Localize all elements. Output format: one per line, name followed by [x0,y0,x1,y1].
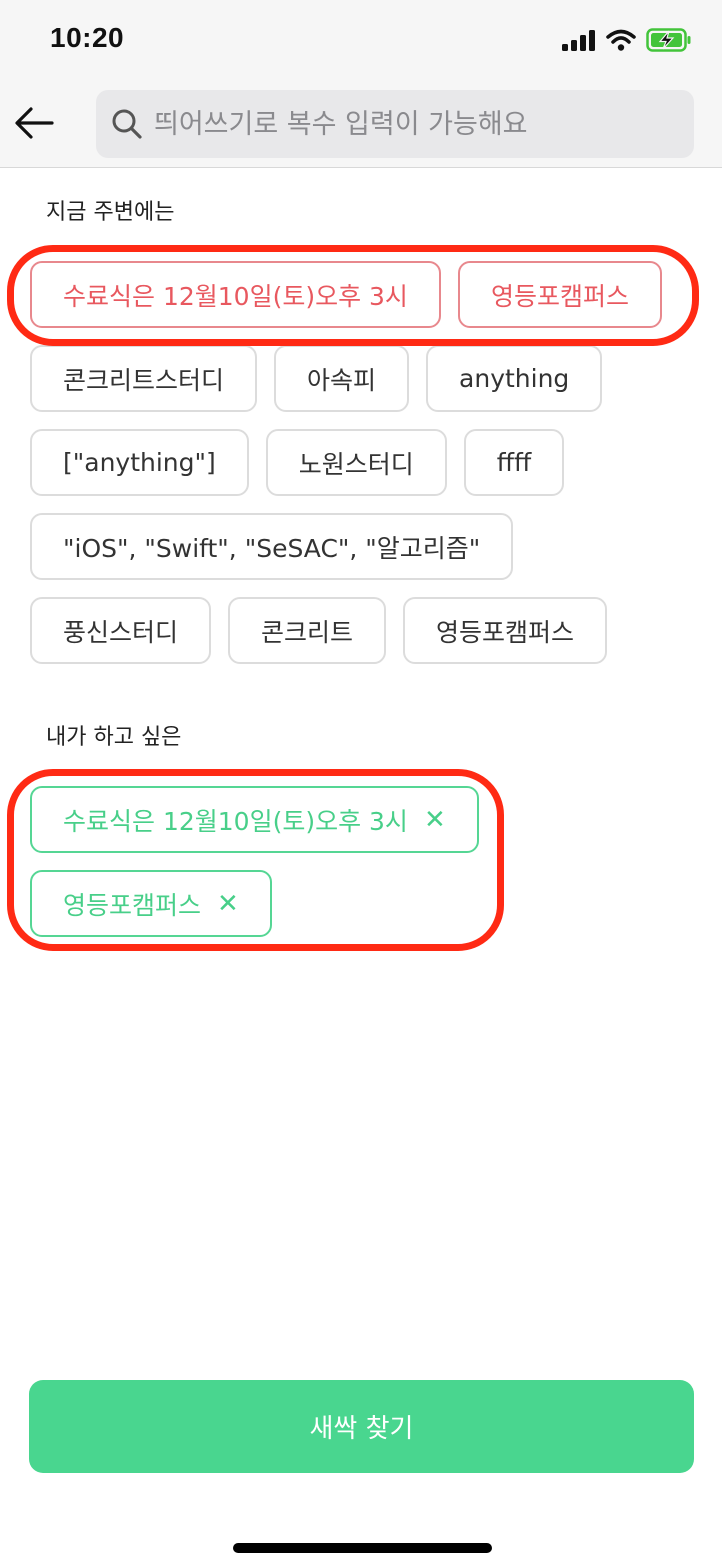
arrow-left-icon [14,106,56,144]
nearby-tag[interactable]: "iOS", "Swift", "SeSAC", "알고리즘" [30,513,514,580]
tag-row: "iOS", "Swift", "SeSAC", "알고리즘" [30,513,690,580]
close-icon[interactable]: ✕ [217,889,239,919]
tag-row: 수료식은 12월10일(토)오후 3시 ✕ [30,786,690,853]
search-icon [110,107,144,141]
tag-row: 풍신스터디 콘크리트 영등포캠퍼스 [30,597,690,664]
home-indicator[interactable] [233,1543,492,1553]
nearby-tag[interactable]: 노원스터디 [265,429,447,496]
nearby-tag[interactable]: 풍신스터디 [30,597,212,664]
nearby-section-title: 지금 주변에는 [46,200,175,225]
tag-row: 영등포캠퍼스 ✕ [30,870,690,937]
search-box[interactable] [96,90,694,158]
wifi-icon [606,29,636,55]
nearby-tag[interactable]: ffff [463,429,565,496]
nearby-tag[interactable]: ["anything"] [30,429,249,496]
battery-charging-icon [646,28,692,56]
nearby-tag[interactable]: 영등포캠퍼스 [403,597,608,664]
recommended-tag[interactable]: 영등포캠퍼스 [457,261,662,328]
signal-icon [562,29,596,55]
tag-row: ["anything"] 노원스터디 ffff [30,429,690,496]
wanted-section-title: 내가 하고 싶은 [46,725,182,750]
wanted-tag-label: 수료식은 12월10일(토)오후 3시 [63,806,408,836]
search-input[interactable] [152,93,676,155]
find-sesac-button[interactable]: 새싹 찾기 [29,1380,694,1473]
close-icon[interactable]: ✕ [424,805,446,835]
back-button[interactable] [10,100,60,150]
nearby-tag[interactable]: 콘크리트스터디 [30,345,258,412]
nearby-tag[interactable]: 아속피 [274,345,410,412]
recommended-tag[interactable]: 수료식은 12월10일(토)오후 3시 [30,261,441,328]
nearby-tag[interactable]: anything [426,345,603,412]
wanted-tag-label: 영등포캠퍼스 [63,890,202,920]
nearby-tag-list: 수료식은 12월10일(토)오후 3시 영등포캠퍼스 콘크리트스터디 아속피 a… [30,261,690,681]
wanted-tag[interactable]: 수료식은 12월10일(토)오후 3시 ✕ [30,786,479,853]
wanted-tag-list: 수료식은 12월10일(토)오후 3시 ✕ 영등포캠퍼스 ✕ [30,786,690,954]
wanted-tag[interactable]: 영등포캠퍼스 ✕ [30,870,272,937]
nearby-tag[interactable]: 콘크리트 [228,597,387,664]
nav-bar [0,84,722,168]
recommended-tag-row: 수료식은 12월10일(토)오후 3시 영등포캠퍼스 [30,261,690,328]
status-bar: 10:20 [0,0,722,84]
tag-row: 콘크리트스터디 아속피 anything [30,345,690,412]
status-icons [562,28,692,56]
status-time: 10:20 [50,22,125,53]
